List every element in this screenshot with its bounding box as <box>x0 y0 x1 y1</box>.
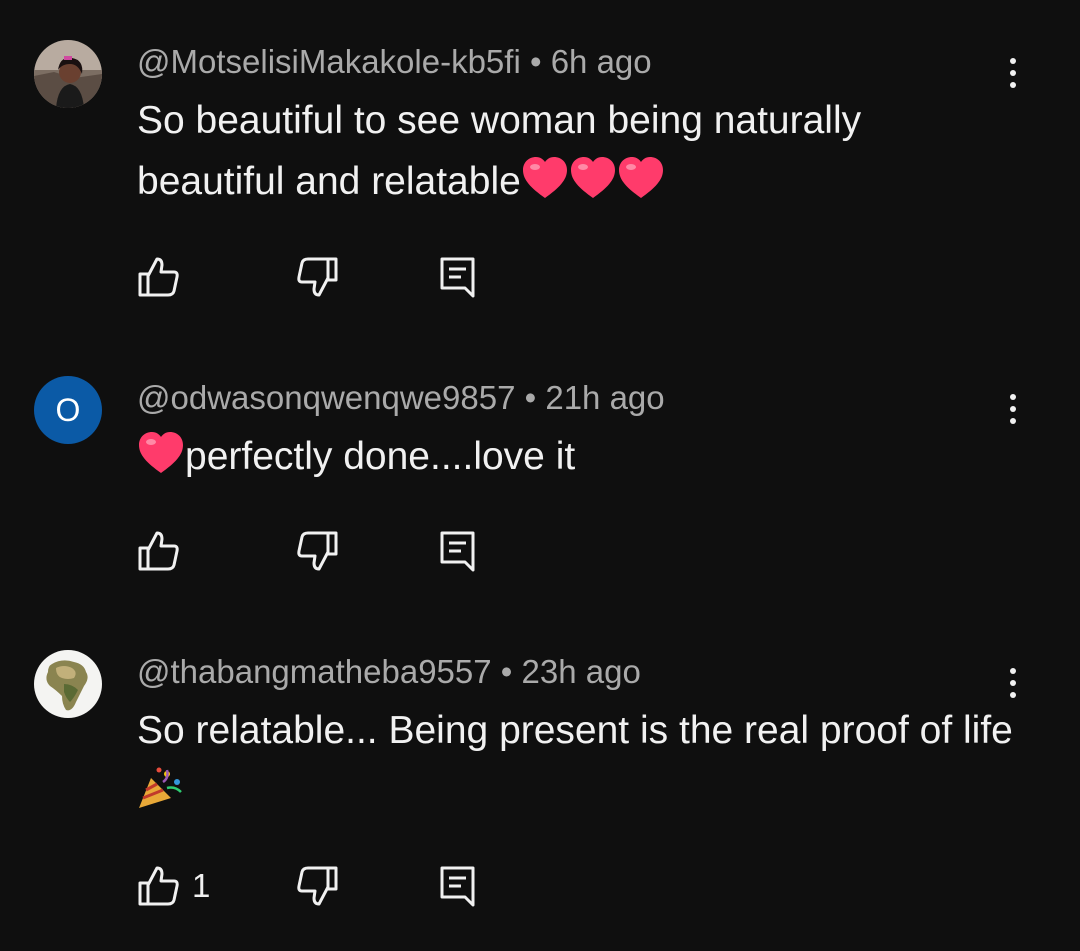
more-options-button[interactable] <box>996 51 1030 95</box>
thumbs-down-icon <box>297 866 338 906</box>
comment-meta: @MotselisiMakakole-kb5fi • 6h ago <box>137 42 652 82</box>
comment-author[interactable]: @MotselisiMakakole-kb5fi <box>137 43 521 80</box>
comment-time[interactable]: 21h ago <box>545 379 664 416</box>
comment-text-content: perfectly done....love it <box>185 435 576 478</box>
more-options-button[interactable] <box>996 661 1030 705</box>
comment-text: perfectly done....love it <box>137 426 1017 493</box>
thumbs-down-icon <box>297 257 338 297</box>
avatar[interactable]: O <box>34 376 102 444</box>
comment-text-content: So beautiful to see woman being naturall… <box>137 99 862 203</box>
reply-button[interactable] <box>437 864 481 908</box>
red-heart-emoji <box>521 156 569 218</box>
thumbs-up-icon <box>138 531 179 571</box>
red-heart-emoji <box>137 431 185 493</box>
meta-separator: • <box>529 43 542 80</box>
meta-separator: • <box>524 379 537 416</box>
reply-icon <box>440 866 475 907</box>
comment-time[interactable]: 6h ago <box>551 43 652 80</box>
reply-button[interactable] <box>437 529 481 573</box>
party-popper-emoji <box>137 766 183 828</box>
like-button[interactable] <box>137 864 181 908</box>
like-count: 1 <box>192 867 211 904</box>
comment-text: So relatable... Being present is the rea… <box>137 700 1017 828</box>
like-button[interactable] <box>137 255 181 299</box>
red-heart-emoji <box>569 156 617 218</box>
red-heart-emoji <box>617 156 665 218</box>
like-button[interactable] <box>137 529 181 573</box>
avatar[interactable] <box>34 40 102 108</box>
reply-icon <box>440 531 475 572</box>
dislike-button[interactable] <box>295 529 339 573</box>
thumbs-down-icon <box>297 531 338 571</box>
reply-icon <box>440 257 475 298</box>
comment-meta: @odwasonqwenqwe9857 • 21h ago <box>137 378 665 418</box>
dislike-button[interactable] <box>295 255 339 299</box>
thumbs-up-icon <box>138 866 179 906</box>
comment-text: So beautiful to see woman being naturall… <box>137 90 1017 218</box>
more-options-button[interactable] <box>996 387 1030 431</box>
comment-time[interactable]: 23h ago <box>522 653 641 690</box>
meta-separator: • <box>500 653 513 690</box>
thumbs-up-icon <box>138 257 179 297</box>
comment-meta: @thabangmatheba9557 • 23h ago <box>137 652 641 692</box>
comment-text-content: So relatable... Being present is the rea… <box>137 709 1013 752</box>
reply-button[interactable] <box>437 255 481 299</box>
dislike-button[interactable] <box>295 864 339 908</box>
comment-author[interactable]: @thabangmatheba9557 <box>137 653 492 690</box>
comment-author[interactable]: @odwasonqwenqwe9857 <box>137 379 515 416</box>
avatar[interactable] <box>34 650 102 718</box>
